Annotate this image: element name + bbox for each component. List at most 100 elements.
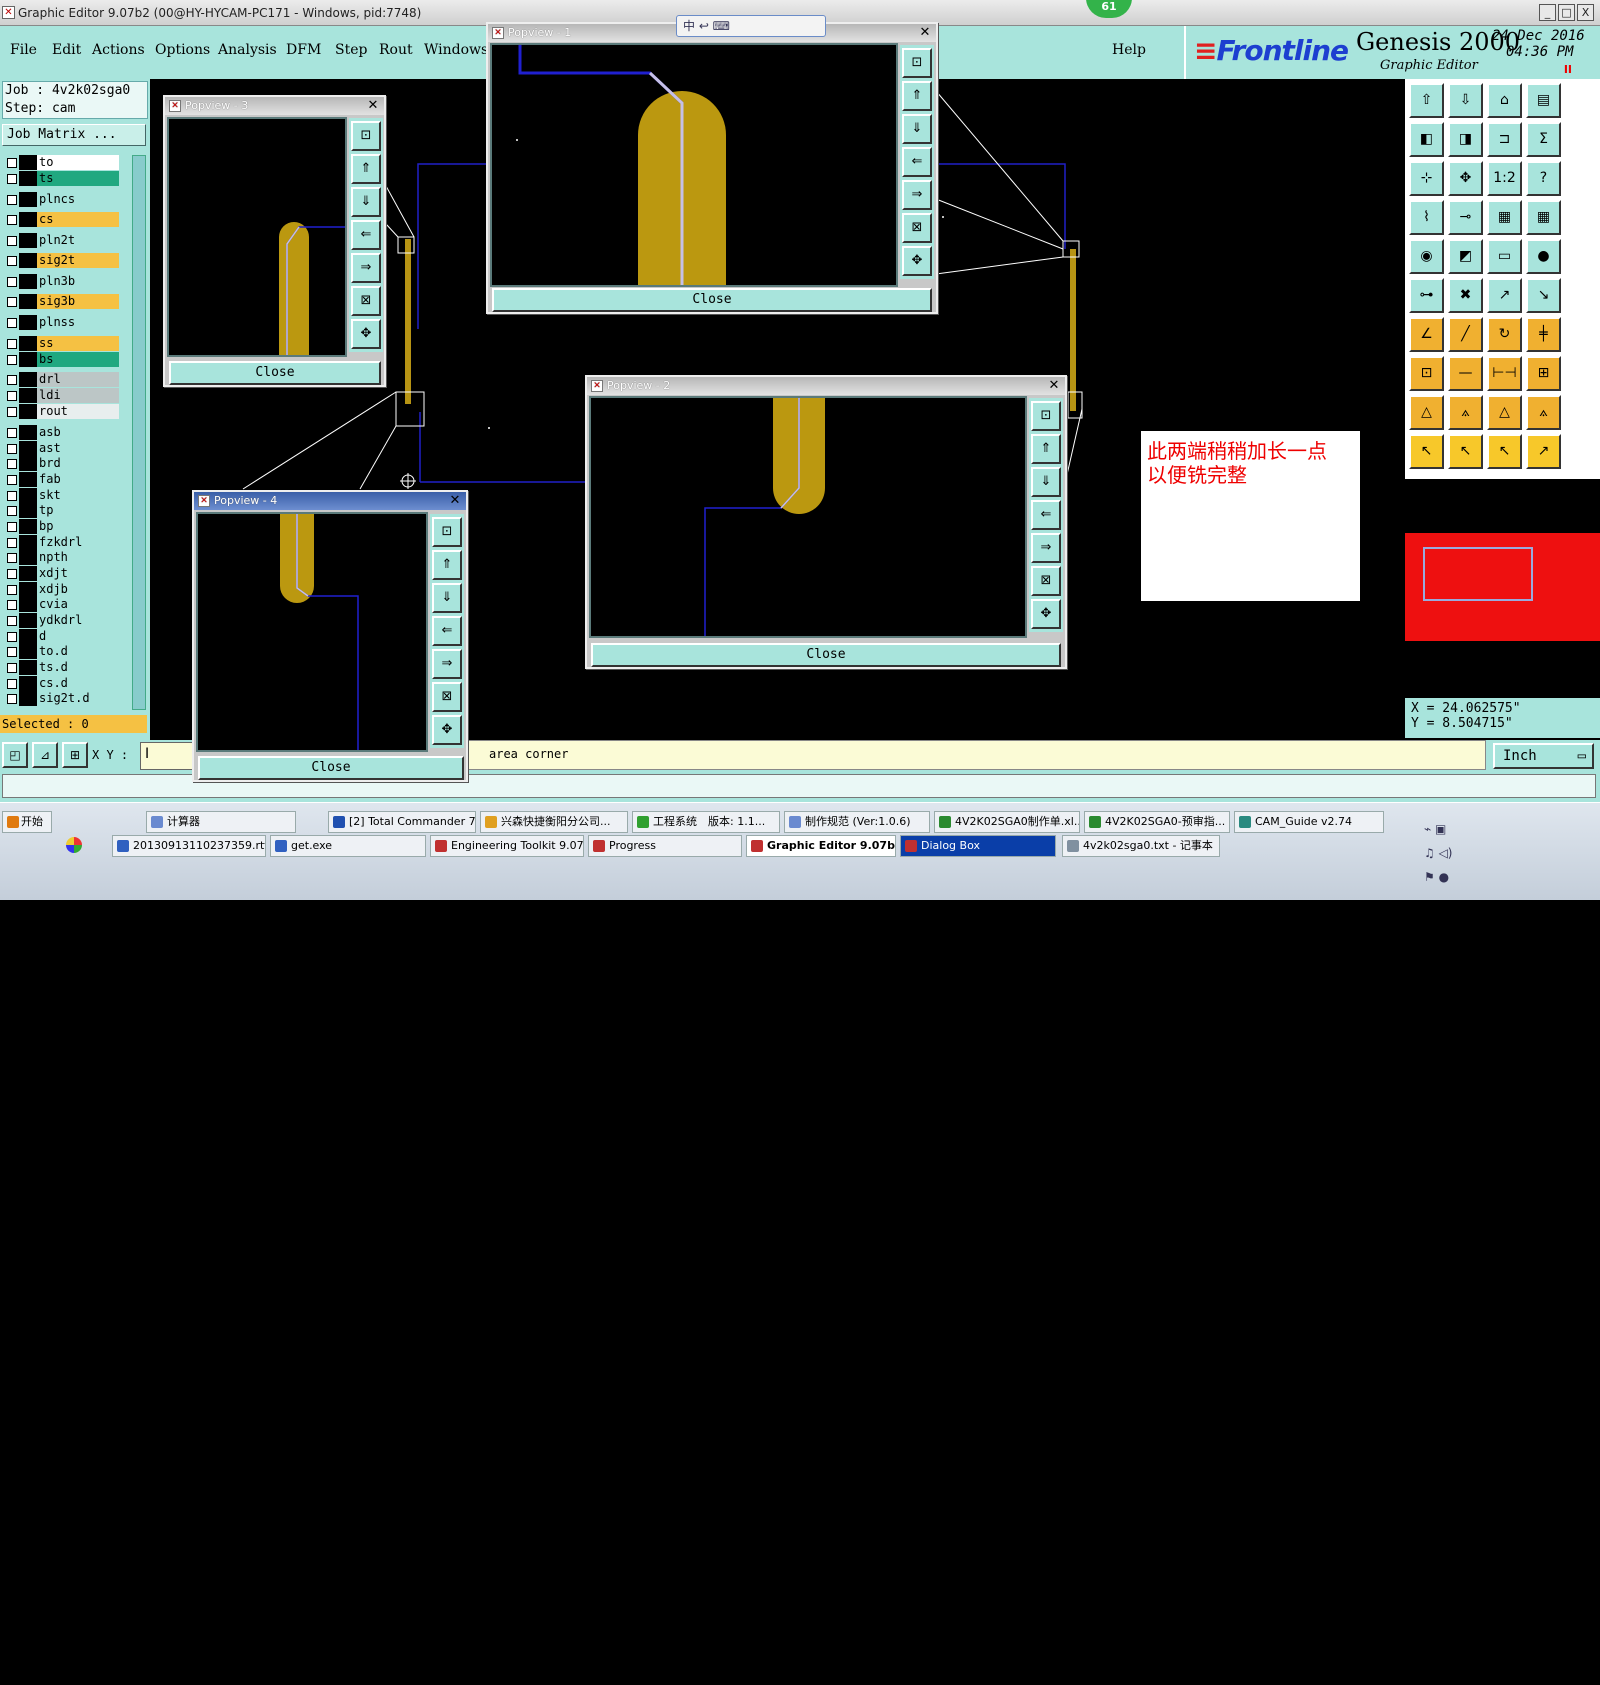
cross-icon[interactable]: ✖ (1448, 278, 1483, 313)
layer-row[interactable]: to.d (2, 644, 122, 659)
taskbar-item[interactable]: 4V2K02SGA0制作单.xl... (934, 811, 1080, 833)
layer-row[interactable]: sig2t (2, 253, 122, 268)
pointer-3-icon[interactable]: ↖ (1487, 434, 1522, 469)
triangle-3-icon[interactable]: △ (1487, 395, 1522, 430)
snap-icon[interactable]: ◰ (2, 742, 28, 768)
angle-icon[interactable]: ∠ (1409, 317, 1444, 352)
triangle-icon[interactable]: △ (1409, 395, 1444, 430)
tray-network-icon[interactable]: ⌁ ▣ (1424, 817, 1484, 841)
layer-checkbox[interactable] (7, 277, 17, 287)
pan-left-icon[interactable]: ⇐ (432, 616, 462, 646)
node-icon[interactable]: ⊡ (1409, 356, 1444, 391)
popview-2-canvas[interactable] (589, 396, 1027, 638)
pan-up-icon[interactable]: ⇑ (1031, 434, 1061, 464)
layer-checkbox[interactable] (7, 569, 17, 579)
zoom-home-icon[interactable]: ⊠ (432, 682, 462, 712)
popview-2-close-button[interactable]: Close (591, 643, 1061, 667)
layer-row[interactable]: skt (2, 488, 122, 503)
layer-name[interactable]: ast (37, 441, 119, 456)
menu-dfm[interactable]: DFM (286, 42, 321, 58)
layer-name[interactable]: plncs (37, 192, 119, 207)
layer-name[interactable]: pln3b (37, 274, 119, 289)
layer-row[interactable]: fzkdrl (2, 535, 122, 550)
layer-row[interactable]: ast (2, 441, 122, 456)
layer-row[interactable]: cs (2, 212, 122, 227)
route-icon[interactable]: ⊶ (1409, 278, 1444, 313)
layer-checkbox[interactable] (7, 679, 17, 689)
arc-node-2-icon[interactable]: ↘ (1526, 278, 1561, 313)
layer-name[interactable]: to.d (37, 644, 119, 659)
menu-windows[interactable]: Windows (424, 42, 488, 58)
layer-row[interactable]: ydkdrl (2, 613, 122, 628)
layer-row[interactable]: ss (2, 336, 122, 351)
help-icon[interactable]: ? (1526, 161, 1561, 196)
popview-4-canvas[interactable] (196, 512, 428, 752)
grid-icon[interactable]: ⊞ (62, 742, 88, 768)
layer-row[interactable]: ts (2, 171, 122, 186)
layer-name[interactable]: ss (37, 336, 119, 351)
pan-right-icon[interactable]: ⇒ (902, 180, 932, 210)
navigator-viewport[interactable] (1423, 547, 1533, 601)
layer-checkbox[interactable] (7, 428, 17, 438)
start-button[interactable]: 开始 (2, 811, 52, 833)
split-icon[interactable]: ╪ (1526, 317, 1561, 352)
layer-name[interactable]: sig3b (37, 294, 119, 309)
layer-checkbox[interactable] (7, 585, 17, 595)
layer-checkbox[interactable] (7, 522, 17, 532)
probe-icon[interactable]: ⊸ (1448, 200, 1483, 235)
triangle-2-icon[interactable]: ⟑ (1448, 395, 1483, 430)
scale-icon[interactable]: 1:2 (1487, 161, 1522, 196)
layer-checkbox[interactable] (7, 256, 17, 266)
layer-row[interactable]: xdjb (2, 582, 122, 597)
open-icon[interactable]: ⇧ (1409, 83, 1444, 118)
menu-actions[interactable]: Actions (92, 42, 145, 58)
layer-name[interactable]: ldi (37, 388, 119, 403)
pointer-icon[interactable]: ↖ (1409, 434, 1444, 469)
layer-checkbox[interactable] (7, 538, 17, 548)
taskbar-item[interactable]: 制作规范 (Ver:1.0.6) (784, 811, 930, 833)
layer-row[interactable]: sig3b (2, 294, 122, 309)
sigma-icon[interactable]: Σ (1526, 122, 1561, 157)
layer-name[interactable]: ts.d (37, 660, 119, 675)
layer-checkbox[interactable] (7, 174, 17, 184)
layer-checkbox[interactable] (7, 297, 17, 307)
layer-row[interactable]: d (2, 629, 122, 644)
layer-checkbox[interactable] (7, 475, 17, 485)
layer-checkbox[interactable] (7, 407, 17, 417)
pad-icon[interactable]: ◉ (1409, 239, 1444, 274)
pointer-2-icon[interactable]: ↖ (1448, 434, 1483, 469)
taskbar-item[interactable]: Progress (588, 835, 742, 857)
layer-checkbox[interactable] (7, 444, 17, 454)
maximize-button[interactable]: □ (1558, 4, 1575, 21)
popview-4-close-button[interactable]: Close (198, 756, 464, 780)
save-icon[interactable]: ⇩ (1448, 83, 1483, 118)
layer-checkbox[interactable] (7, 339, 17, 349)
pan-left-icon[interactable]: ⇐ (351, 220, 381, 250)
taskbar-item[interactable]: 计算器 (146, 811, 296, 833)
xy-input[interactable]: I (140, 742, 196, 770)
menu-help[interactable]: Help (1112, 42, 1146, 58)
zoom-fit-icon[interactable]: ✥ (902, 246, 932, 276)
pan-up-icon[interactable]: ⇑ (432, 550, 462, 580)
layer-name[interactable]: d (37, 629, 119, 644)
layer-row[interactable]: pln2t (2, 233, 122, 248)
zoom-out-icon[interactable]: ✥ (1448, 161, 1483, 196)
popview-3-close-icon[interactable]: ✕ (366, 99, 380, 113)
zoom-in-icon[interactable]: ⊹ (1409, 161, 1444, 196)
step-icon[interactable]: ⊐ (1487, 122, 1522, 157)
taskbar-item[interactable]: 4V2K02SGA0-预审指... (1084, 811, 1230, 833)
layer-name[interactable]: fab (37, 472, 119, 487)
popview-1-close-button[interactable]: Close (492, 288, 932, 312)
layer-row[interactable]: sig2t.d (2, 691, 122, 706)
popview-1-canvas[interactable] (490, 43, 898, 287)
triangle-4-icon[interactable]: ⟑ (1526, 395, 1561, 430)
layer-checkbox[interactable] (7, 215, 17, 225)
navigator-overview[interactable] (1405, 533, 1600, 641)
pan-left-icon[interactable]: ⇐ (902, 147, 932, 177)
layer-name[interactable]: bs (37, 352, 119, 367)
layer-row[interactable]: cs.d (2, 676, 122, 691)
layer-name[interactable]: bp (37, 519, 119, 534)
menu-analysis[interactable]: Analysis (218, 42, 277, 58)
popview-3-close-button[interactable]: Close (169, 361, 381, 385)
line-icon[interactable]: ◩ (1448, 239, 1483, 274)
